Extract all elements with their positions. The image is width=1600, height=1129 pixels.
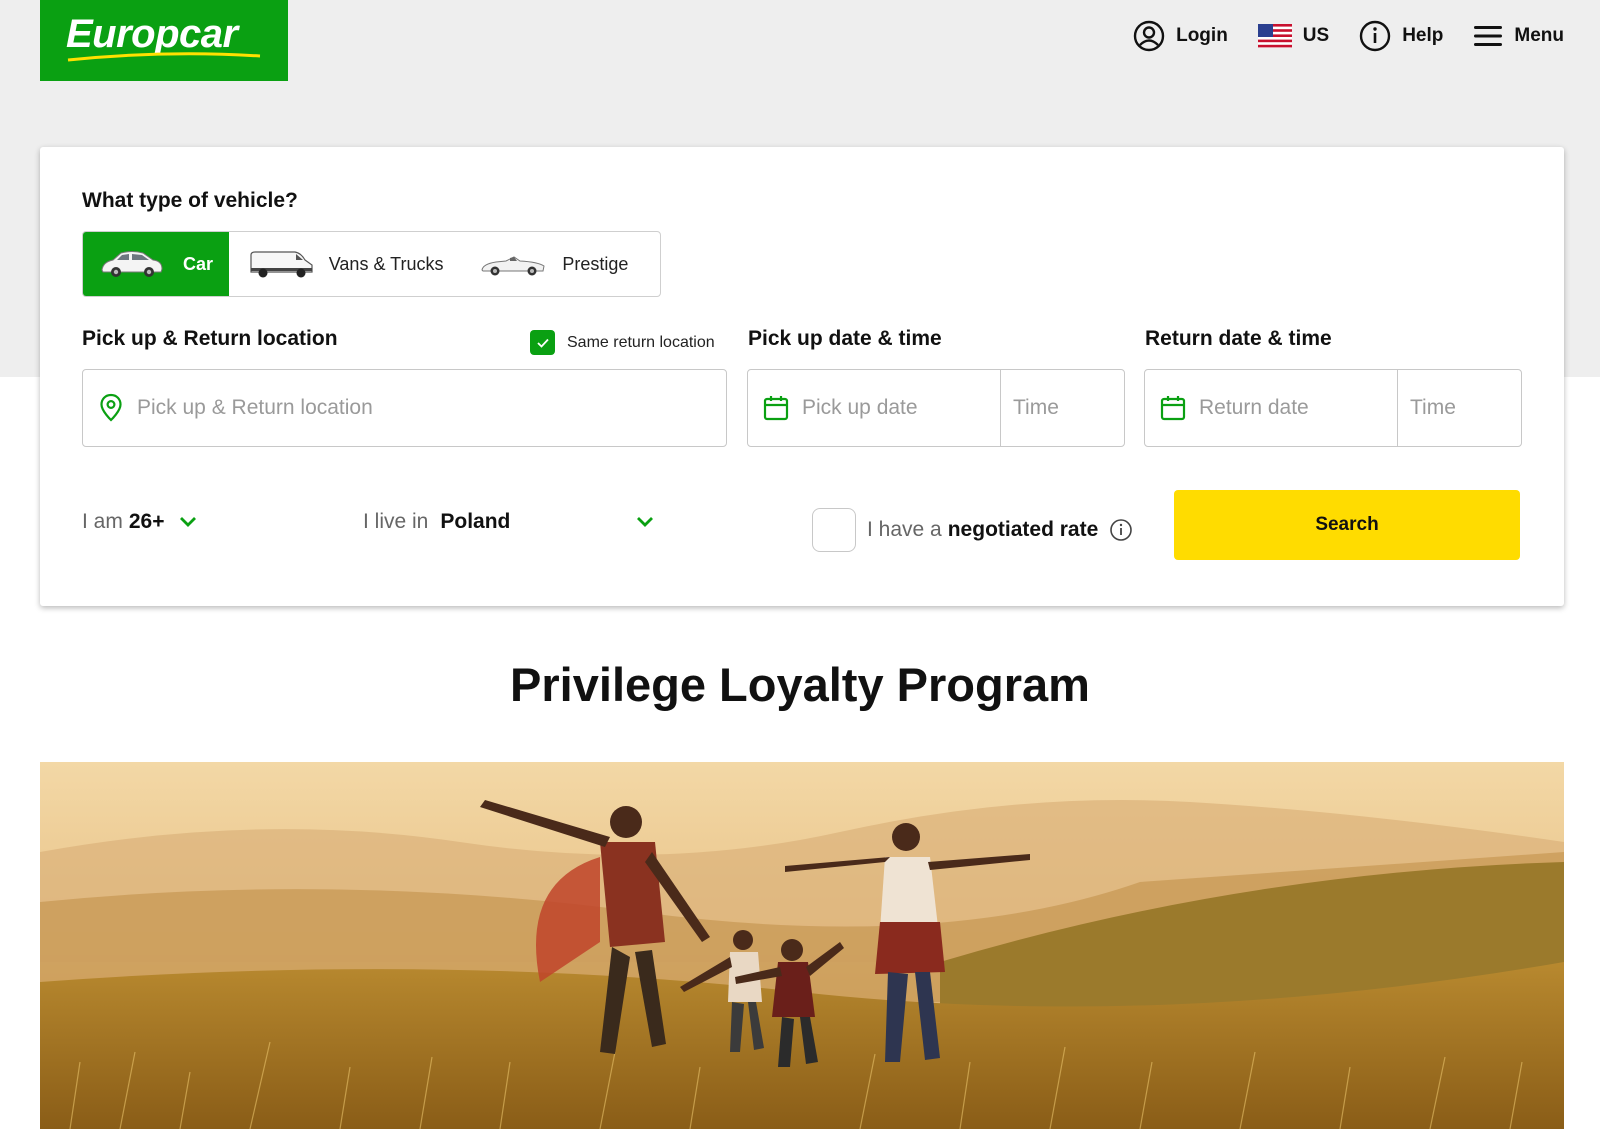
- driver-age-select[interactable]: I am 26+: [82, 510, 198, 534]
- pickup-date-placeholder: Pick up date: [802, 396, 918, 419]
- pickup-heading: Pick up date & time: [748, 327, 942, 350]
- age-value: 26+: [128, 510, 165, 533]
- tab-vans-trucks-label: Vans & Trucks: [328, 253, 444, 274]
- user-circle-icon: [1133, 20, 1165, 52]
- same-return-location-toggle[interactable]: Same return location: [530, 330, 715, 355]
- tab-vans-trucks[interactable]: Vans & Trucks: [229, 232, 465, 296]
- info-icon: [1360, 20, 1391, 52]
- car-icon: [101, 251, 163, 277]
- return-datetime-field: Return date Time: [1144, 369, 1522, 447]
- vehicle-type-tabs: Car Vans & Trucks Prestige: [82, 231, 661, 297]
- logo-swoosh-icon: [67, 52, 261, 62]
- tab-prestige[interactable]: Prestige: [464, 232, 660, 296]
- return-time-placeholder: Time: [1410, 396, 1456, 419]
- tab-car-label: Car: [183, 253, 214, 274]
- checkmark-icon: [536, 338, 549, 348]
- same-return-checkbox[interactable]: [530, 330, 555, 355]
- help-link[interactable]: Help: [1359, 20, 1443, 52]
- residence-prefix: I live in: [363, 510, 429, 533]
- return-heading: Return date & time: [1145, 327, 1332, 350]
- pickup-date-input[interactable]: Pick up date: [748, 370, 1000, 446]
- search-button[interactable]: Search: [1174, 490, 1520, 560]
- location-input[interactable]: Pick up & Return location: [82, 369, 727, 447]
- top-nav: Login US Help Menu: [1103, 20, 1564, 52]
- loyalty-program-title: Privilege Loyalty Program: [510, 658, 1090, 711]
- negotiated-rate-option: I have a negotiated rate: [812, 508, 1133, 552]
- booking-search-card: What type of vehicle? Car Vans & Trucks: [40, 147, 1564, 606]
- family-field-photo: [40, 762, 1564, 1129]
- calendar-icon: [1160, 396, 1186, 421]
- return-time-input[interactable]: Time: [1398, 370, 1522, 446]
- tab-car[interactable]: Car: [83, 232, 229, 296]
- hero-image: [40, 762, 1564, 1129]
- van-icon: [250, 251, 313, 278]
- vehicle-type-heading: What type of vehicle?: [82, 189, 298, 212]
- country-selector[interactable]: US: [1257, 24, 1330, 48]
- chevron-down-icon: [637, 517, 653, 527]
- login-label: Login: [1176, 25, 1228, 46]
- location-placeholder: Pick up & Return location: [137, 396, 373, 419]
- location-heading: Pick up & Return location: [82, 327, 338, 350]
- map-pin-icon: [100, 393, 122, 422]
- negotiated-rate-checkbox[interactable]: [812, 508, 856, 552]
- logo-wordmark: Europcar: [66, 12, 238, 56]
- residence-country-select[interactable]: I live in Poland: [363, 510, 655, 534]
- return-date-input[interactable]: Return date: [1145, 370, 1397, 446]
- us-flag-icon: [1257, 24, 1292, 48]
- europcar-logo[interactable]: Europcar: [40, 0, 288, 81]
- help-label: Help: [1402, 25, 1444, 46]
- chevron-down-icon: [180, 517, 197, 527]
- menu-label: Menu: [1514, 25, 1564, 46]
- pickup-time-placeholder: Time: [1013, 396, 1059, 419]
- convertible-icon: [481, 256, 545, 276]
- login-link[interactable]: Login: [1133, 20, 1228, 52]
- country-label: US: [1302, 25, 1330, 46]
- info-icon[interactable]: [1109, 518, 1133, 542]
- pickup-time-input[interactable]: Time: [1001, 370, 1125, 446]
- tab-prestige-label: Prestige: [562, 253, 629, 274]
- age-prefix: I am: [82, 510, 123, 533]
- calendar-icon: [763, 396, 789, 421]
- return-date-placeholder: Return date: [1199, 396, 1309, 419]
- menu-button[interactable]: Menu: [1473, 24, 1564, 48]
- residence-value: Poland: [440, 510, 511, 533]
- negotiated-emphasis: negotiated rate: [947, 518, 1099, 541]
- negotiated-prefix: I have a: [867, 518, 942, 541]
- hamburger-icon: [1474, 26, 1503, 46]
- same-return-label: Same return location: [567, 333, 715, 351]
- pickup-datetime-field: Pick up date Time: [747, 369, 1125, 447]
